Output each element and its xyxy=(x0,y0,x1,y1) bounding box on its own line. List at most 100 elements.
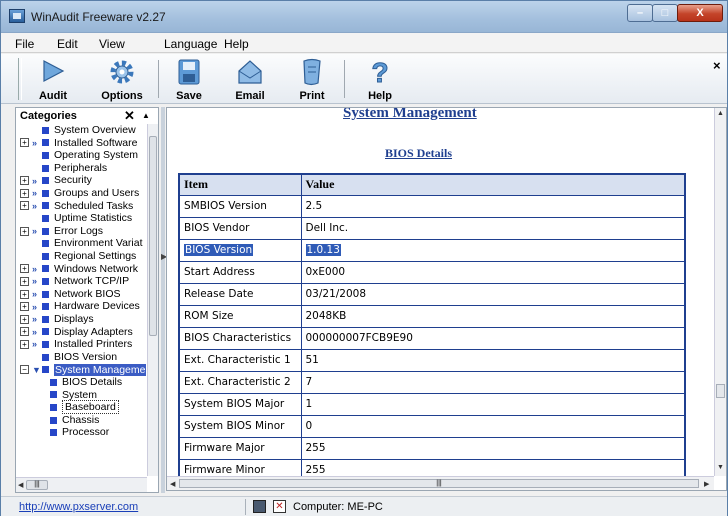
category-item[interactable]: BIOS Details xyxy=(50,376,122,388)
value-cell[interactable]: 000000007FCB9E90 xyxy=(300,326,686,350)
item-cell[interactable]: BIOS Version xyxy=(178,238,302,262)
value-cell[interactable]: 7 xyxy=(300,370,686,394)
category-item[interactable]: System xyxy=(50,389,97,401)
category-item[interactable]: Peripherals xyxy=(20,162,107,174)
report-horizontal-scrollbar[interactable]: ◀ ||| ▶ xyxy=(167,476,714,490)
category-item[interactable]: +» Installed Software xyxy=(20,137,137,149)
expand-toggle-icon[interactable]: + xyxy=(20,226,29,236)
expand-toggle-icon[interactable]: + xyxy=(20,264,29,274)
minimize-button[interactable]: – xyxy=(627,4,653,22)
item-cell[interactable]: Start Address xyxy=(178,260,302,284)
category-item[interactable]: Uptime Statistics xyxy=(20,212,132,224)
category-item[interactable]: − ▼ System Manageme xyxy=(20,363,146,376)
item-cell[interactable]: Firmware Major xyxy=(178,436,302,460)
category-item[interactable]: Baseboard xyxy=(50,400,119,415)
scroll-left-arrow-icon[interactable]: ◀ xyxy=(170,480,175,488)
category-item[interactable]: Operating System xyxy=(20,149,138,161)
value-cell[interactable]: 255 xyxy=(300,436,686,460)
category-item[interactable]: +» Windows Network xyxy=(20,263,138,275)
categories-close-icon[interactable]: ✕ xyxy=(124,108,135,124)
scroll-up-arrow-icon[interactable]: ▲ xyxy=(717,110,724,117)
item-cell[interactable]: Release Date xyxy=(178,282,302,306)
expand-toggle-icon[interactable]: − xyxy=(20,365,29,375)
scrollbar-thumb[interactable] xyxy=(716,384,725,398)
category-item[interactable]: +» Network BIOS xyxy=(20,288,121,300)
expand-toggle-icon[interactable]: + xyxy=(20,188,29,198)
table-row: Ext. Characteristic 27 xyxy=(178,370,686,394)
expand-toggle-icon[interactable]: + xyxy=(20,138,29,148)
value-cell[interactable]: 2048KB xyxy=(300,304,686,328)
website-link[interactable]: http://www.pxserver.com xyxy=(19,501,138,513)
item-cell[interactable]: Ext. Characteristic 1 xyxy=(178,348,302,372)
scroll-down-arrow-icon[interactable]: ▼ xyxy=(717,464,724,471)
audit-button[interactable]: Audit xyxy=(29,56,77,102)
toolbar-close-icon[interactable]: × xyxy=(713,58,721,73)
value-cell[interactable]: 03/21/2008 xyxy=(300,282,686,306)
category-item[interactable]: +» Display Adapters xyxy=(20,326,133,338)
category-label: Groups and Users xyxy=(54,187,140,200)
scrollbar-thumb[interactable]: ||| xyxy=(26,480,48,490)
close-button[interactable]: X xyxy=(677,4,723,22)
scrollbar-thumb[interactable] xyxy=(149,136,157,336)
print-button[interactable]: Print xyxy=(289,56,335,102)
value-cell[interactable]: 1.0.13 xyxy=(300,238,686,262)
item-cell[interactable]: BIOS Vendor xyxy=(178,216,302,240)
section-title[interactable]: System Management xyxy=(343,108,477,122)
item-cell[interactable]: System BIOS Minor xyxy=(178,414,302,438)
category-item[interactable]: +» Installed Printers xyxy=(20,338,132,350)
value-cell[interactable]: 2.5 xyxy=(300,194,686,218)
scroll-up-arrow-icon[interactable]: ▲ xyxy=(142,111,150,120)
item-cell[interactable]: SMBIOS Version xyxy=(178,194,302,218)
category-item[interactable]: +» Network TCP/IP xyxy=(20,275,129,287)
item-cell[interactable]: ROM Size xyxy=(178,304,302,328)
menu-help[interactable]: Help xyxy=(224,37,249,51)
scroll-right-arrow-icon[interactable]: ▶ xyxy=(704,480,709,488)
pane-splitter[interactable]: ▶ xyxy=(161,107,167,493)
value-cell[interactable]: 0 xyxy=(300,414,686,438)
menu-file[interactable]: File xyxy=(15,37,34,51)
item-cell[interactable]: Ext. Characteristic 2 xyxy=(178,370,302,394)
table-title[interactable]: BIOS Details xyxy=(385,146,452,161)
category-item[interactable]: Chassis xyxy=(50,414,99,426)
category-item[interactable]: +» Groups and Users xyxy=(20,187,139,199)
options-button[interactable]: Options xyxy=(93,56,151,102)
toolbar-grip[interactable] xyxy=(18,58,22,100)
item-cell[interactable]: BIOS Characteristics xyxy=(178,326,302,350)
expand-toggle-icon[interactable]: + xyxy=(20,339,29,349)
value-cell[interactable]: 0xE000 xyxy=(300,260,686,284)
category-item[interactable]: +» Security xyxy=(20,174,92,187)
expand-toggle-icon[interactable]: + xyxy=(20,302,29,312)
expand-toggle-icon[interactable]: + xyxy=(20,289,29,299)
save-button[interactable]: Save xyxy=(166,56,212,102)
expand-toggle-icon[interactable]: + xyxy=(20,176,29,186)
category-item[interactable]: BIOS Version xyxy=(20,351,117,363)
title-bar[interactable]: WinAudit Freeware v2.27 – □ X xyxy=(1,1,727,33)
category-item[interactable]: Processor xyxy=(50,426,109,439)
email-button[interactable]: Email xyxy=(227,56,273,102)
expand-toggle-icon[interactable]: + xyxy=(20,327,29,337)
category-item[interactable]: +» Error Logs xyxy=(20,225,103,237)
scrollbar-thumb[interactable]: ||| xyxy=(179,479,699,488)
categories-horizontal-scrollbar[interactable]: ◀ ||| xyxy=(16,477,147,492)
category-item[interactable]: +» Scheduled Tasks xyxy=(20,200,133,212)
expand-toggle-icon[interactable]: + xyxy=(20,201,29,211)
item-cell[interactable]: System BIOS Major xyxy=(178,392,302,416)
menu-edit[interactable]: Edit xyxy=(57,37,78,51)
category-item[interactable]: Environment Variat xyxy=(20,237,143,250)
help-button[interactable]: ? Help xyxy=(357,56,403,102)
value-cell[interactable]: Dell Inc. xyxy=(300,216,686,240)
category-item[interactable]: System Overview xyxy=(20,124,136,136)
maximize-button[interactable]: □ xyxy=(652,4,678,22)
category-item[interactable]: Regional Settings xyxy=(20,250,136,262)
report-vertical-scrollbar[interactable]: ▲ ▼ xyxy=(714,108,726,476)
scroll-left-arrow-icon[interactable]: ◀ xyxy=(18,481,23,489)
expand-toggle-icon[interactable]: + xyxy=(20,314,29,324)
value-cell[interactable]: 51 xyxy=(300,348,686,372)
categories-vertical-scrollbar[interactable] xyxy=(147,124,158,476)
menu-language[interactable]: Language xyxy=(164,37,217,51)
category-item[interactable]: +» Displays xyxy=(20,313,94,325)
value-cell[interactable]: 1 xyxy=(300,392,686,416)
expand-toggle-icon[interactable]: + xyxy=(20,276,29,286)
menu-view[interactable]: View xyxy=(99,37,125,51)
category-item[interactable]: +» Hardware Devices xyxy=(20,300,140,313)
